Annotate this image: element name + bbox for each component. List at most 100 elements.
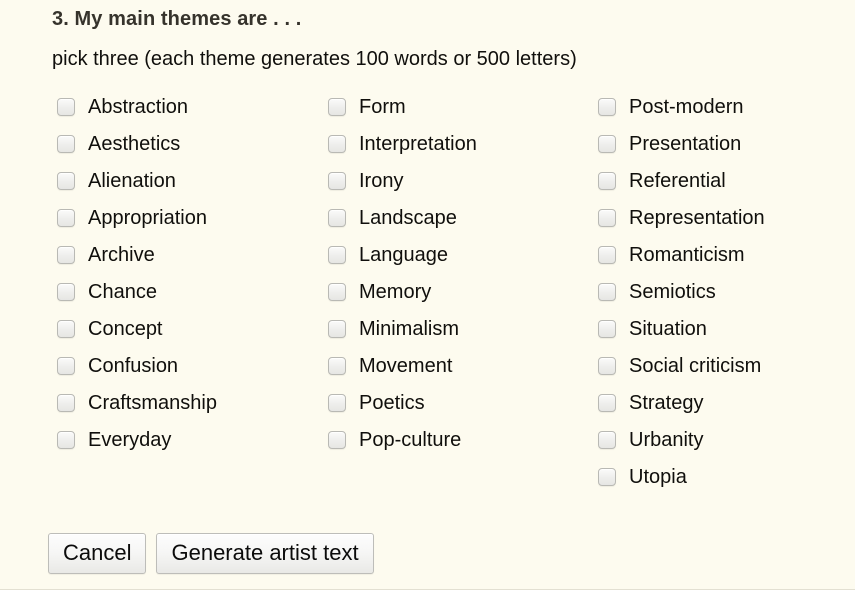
theme-option-row[interactable]: Interpretation — [328, 125, 477, 162]
theme-option-label: Minimalism — [359, 317, 459, 340]
theme-option-label: Social criticism — [629, 354, 762, 377]
theme-option-label: Movement — [359, 354, 453, 377]
theme-option-label: Interpretation — [359, 132, 477, 155]
checkbox-aesthetics[interactable] — [57, 134, 75, 153]
theme-option-row[interactable]: Archive — [57, 236, 217, 273]
theme-option-row[interactable]: Urbanity — [598, 421, 765, 458]
theme-selection-form: 3. My main themes are . . . pick three (… — [0, 0, 855, 590]
theme-option-row[interactable]: Utopia — [598, 458, 765, 495]
theme-option-row[interactable]: Movement — [328, 347, 477, 384]
theme-option-row[interactable]: Pop-culture — [328, 421, 477, 458]
theme-option-label: Pop-culture — [359, 428, 462, 451]
theme-option-label: Concept — [88, 317, 163, 340]
theme-option-row[interactable]: Appropriation — [57, 199, 217, 236]
theme-option-row[interactable]: Poetics — [328, 384, 477, 421]
checkbox-poetics[interactable] — [328, 393, 346, 412]
cancel-button[interactable]: Cancel — [48, 533, 147, 574]
checkbox-craftsmanship[interactable] — [57, 393, 75, 412]
theme-option-row[interactable]: Memory — [328, 273, 477, 310]
checkbox-utopia[interactable] — [598, 467, 616, 486]
checkbox-minimalism[interactable] — [328, 319, 346, 338]
checkbox-form[interactable] — [328, 97, 346, 116]
theme-option-label: Chance — [88, 280, 157, 303]
checkbox-archive[interactable] — [57, 245, 75, 264]
theme-option-label: Abstraction — [88, 95, 189, 118]
theme-column-3: Post-modern Presentation Referential Repres… — [598, 88, 765, 495]
checkbox-chance[interactable] — [57, 282, 75, 301]
checkbox-situation[interactable] — [598, 319, 616, 338]
checkbox-social-criticism[interactable] — [598, 356, 616, 375]
theme-option-row[interactable]: Strategy — [598, 384, 765, 421]
generate-artist-text-button[interactable]: Generate artist text — [156, 533, 374, 574]
theme-option-row[interactable]: Semiotics — [598, 273, 765, 310]
theme-option-label: Referential — [629, 169, 726, 192]
theme-option-row[interactable]: Irony — [328, 162, 477, 199]
checkbox-irony[interactable] — [328, 171, 346, 190]
checkbox-referential[interactable] — [598, 171, 616, 190]
theme-option-row[interactable]: Referential — [598, 162, 765, 199]
theme-option-label: Post-modern — [629, 95, 744, 118]
theme-option-label: Situation — [629, 317, 707, 340]
theme-option-label: Everyday — [88, 428, 172, 451]
checkbox-movement[interactable] — [328, 356, 346, 375]
theme-option-row[interactable]: Form — [328, 88, 477, 125]
checkbox-everyday[interactable] — [57, 430, 75, 449]
theme-option-label: Archive — [88, 243, 155, 266]
theme-option-label: Craftsmanship — [88, 391, 217, 414]
checkbox-representation[interactable] — [598, 208, 616, 227]
checkbox-presentation[interactable] — [598, 134, 616, 153]
theme-column-1: Abstraction Aesthetics Alienation Appropria… — [57, 88, 217, 458]
theme-option-row[interactable]: Minimalism — [328, 310, 477, 347]
checkbox-memory[interactable] — [328, 282, 346, 301]
checkbox-concept[interactable] — [57, 319, 75, 338]
theme-option-row[interactable]: Social criticism — [598, 347, 765, 384]
theme-option-label: Confusion — [88, 354, 179, 377]
theme-option-label: Memory — [359, 280, 432, 303]
checkbox-interpretation[interactable] — [328, 134, 346, 153]
theme-option-row[interactable]: Alienation — [57, 162, 217, 199]
theme-option-row[interactable]: Representation — [598, 199, 765, 236]
theme-option-row[interactable]: Abstraction — [57, 88, 217, 125]
theme-option-row[interactable]: Chance — [57, 273, 217, 310]
theme-option-row[interactable]: Everyday — [57, 421, 217, 458]
theme-option-row[interactable]: Post-modern — [598, 88, 765, 125]
checkbox-abstraction[interactable] — [57, 97, 75, 116]
theme-option-row[interactable]: Language — [328, 236, 477, 273]
theme-option-label: Language — [359, 243, 448, 266]
theme-option-label: Presentation — [629, 132, 742, 155]
checkbox-semiotics[interactable] — [598, 282, 616, 301]
theme-option-row[interactable]: Concept — [57, 310, 217, 347]
theme-option-label: Irony — [359, 169, 404, 192]
theme-option-label: Appropriation — [88, 206, 207, 229]
checkbox-pop-culture[interactable] — [328, 430, 346, 449]
theme-option-row[interactable]: Confusion — [57, 347, 217, 384]
theme-option-row[interactable]: Situation — [598, 310, 765, 347]
theme-option-label: Semiotics — [629, 280, 716, 303]
checkbox-language[interactable] — [328, 245, 346, 264]
theme-option-label: Poetics — [359, 391, 425, 414]
checkbox-post-modern[interactable] — [598, 97, 616, 116]
theme-option-label: Urbanity — [629, 428, 704, 451]
checkbox-urbanity[interactable] — [598, 430, 616, 449]
page-title: 3. My main themes are . . . — [52, 8, 302, 30]
theme-option-row[interactable]: Landscape — [328, 199, 477, 236]
theme-option-row[interactable]: Presentation — [598, 125, 765, 162]
theme-option-label: Aesthetics — [88, 132, 181, 155]
theme-option-label: Utopia — [629, 465, 687, 488]
form-actions: Cancel Generate artist text — [48, 533, 374, 574]
checkbox-romanticism[interactable] — [598, 245, 616, 264]
theme-option-label: Alienation — [88, 169, 176, 192]
form-instructions: pick three (each theme generates 100 wor… — [52, 48, 577, 70]
theme-option-row[interactable]: Aesthetics — [57, 125, 217, 162]
checkbox-confusion[interactable] — [57, 356, 75, 375]
theme-option-row[interactable]: Romanticism — [598, 236, 765, 273]
checkbox-appropriation[interactable] — [57, 208, 75, 227]
theme-option-label: Landscape — [359, 206, 457, 229]
checkbox-alienation[interactable] — [57, 171, 75, 190]
theme-option-label: Representation — [629, 206, 765, 229]
theme-option-row[interactable]: Craftsmanship — [57, 384, 217, 421]
theme-column-2: Form Interpretation Irony Landscape Language… — [328, 88, 477, 458]
checkbox-landscape[interactable] — [328, 208, 346, 227]
checkbox-strategy[interactable] — [598, 393, 616, 412]
theme-option-label: Form — [359, 95, 406, 118]
